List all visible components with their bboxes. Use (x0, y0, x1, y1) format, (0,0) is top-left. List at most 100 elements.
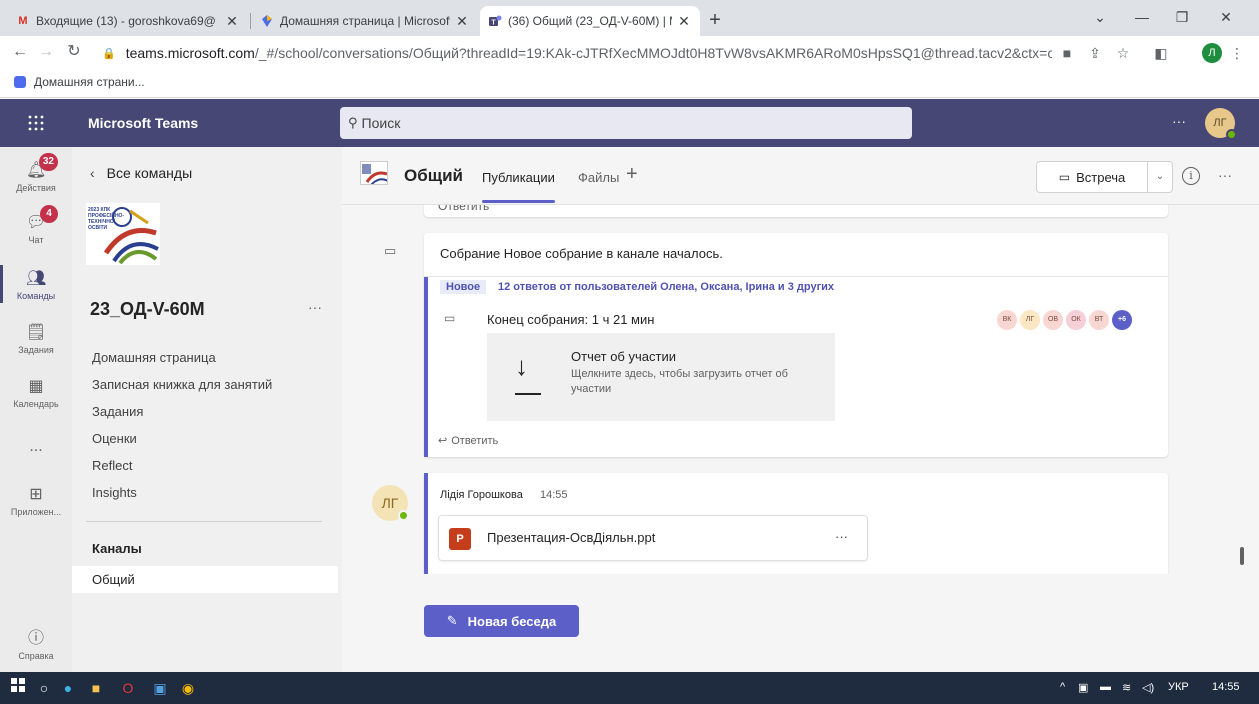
team-link-grades[interactable]: Оценки (92, 430, 272, 457)
search-input[interactable]: ⚲ Поиск (340, 107, 912, 139)
participant-avatar[interactable]: ОВ (1043, 310, 1063, 330)
info-icon[interactable]: i (1182, 167, 1200, 185)
rail-label: Справка (18, 651, 54, 661)
tab-teams-home[interactable]: Домашняя страница | Microsoft ✕ (252, 6, 478, 36)
rail-more[interactable]: ... (0, 437, 72, 457)
rail-teams[interactable]: 👥︎ Команды (0, 265, 72, 303)
report-description: Щелкните здесь, чтобы загрузить отчет об… (571, 368, 788, 395)
address-bar[interactable]: 🔒 teams.microsoft.com/_#/school/conversa… (102, 40, 1052, 66)
tab-teams-general[interactable]: T (36) Общий (23_ОД-V-60М) | Mi ✕ (480, 6, 700, 36)
team-more-icon[interactable]: ··· (308, 299, 322, 315)
close-window-icon[interactable]: ✕ (1206, 0, 1246, 34)
new-conversation-button[interactable]: ✎ Новая беседа (424, 605, 579, 637)
meet-button[interactable]: ▭ Встреча (1036, 161, 1148, 193)
close-icon[interactable]: ✕ (454, 13, 470, 30)
download-icon: ↓ (515, 351, 528, 381)
more-options-icon[interactable]: ··· (1172, 113, 1186, 129)
team-link-insights[interactable]: Insights (92, 484, 272, 511)
reload-icon[interactable]: ↻ (62, 40, 86, 64)
meet-dropdown-chevron-icon[interactable]: ⌄ (1147, 161, 1173, 193)
app-launcher-icon[interactable] (0, 99, 72, 147)
tab-posts[interactable]: Публикации (482, 170, 555, 203)
add-tab-icon[interactable]: + (626, 163, 638, 186)
reply-button[interactable]: ↩ Ответить (438, 434, 498, 447)
wifi-icon[interactable]: ≋ (1122, 681, 1131, 694)
thread-indicator (424, 473, 428, 574)
user-avatar[interactable]: ЛГ (1205, 108, 1237, 140)
participant-avatar[interactable]: ЛГ (1020, 310, 1040, 330)
edge-icon[interactable]: ● (56, 676, 80, 700)
bookmark-item[interactable]: Домашняя страни... (14, 75, 145, 89)
user-initials: ЛГ (1213, 117, 1227, 129)
message-card: Лідія Горошкова 14:55 P Презентация-ОсвД… (424, 473, 1168, 574)
sidepanel-icon[interactable]: ◧ (1150, 42, 1172, 64)
chrome-icon[interactable]: ◉ (176, 676, 200, 700)
back-icon[interactable]: ← (8, 40, 32, 64)
more-options-icon[interactable]: ··· (1218, 167, 1232, 183)
new-tab-button[interactable]: + (702, 8, 728, 34)
assignments-icon: 🗒︎ (26, 324, 47, 341)
network-icon[interactable]: ▣ (1078, 681, 1088, 694)
rail-assignments[interactable]: 🗒︎ Задания (0, 323, 72, 355)
volume-icon[interactable]: ◁) (1142, 681, 1154, 694)
replies-link[interactable]: 12 ответов от пользователей Олена, Оксан… (498, 281, 834, 293)
restore-icon[interactable]: ❐ (1162, 0, 1202, 34)
opera-icon[interactable]: O (116, 676, 140, 700)
teams-home-icon (14, 76, 26, 88)
close-icon[interactable]: ✕ (224, 13, 240, 30)
battery-icon[interactable]: ▬ (1100, 681, 1111, 693)
rail-calendar[interactable]: ▦ Календарь (0, 377, 72, 409)
channel-item-general[interactable]: Общий (72, 566, 338, 593)
language-indicator[interactable]: УКР (1168, 681, 1189, 693)
more-options-icon[interactable]: ··· (835, 529, 848, 544)
participant-avatar[interactable]: ВТ (1089, 310, 1109, 330)
rail-chat[interactable]: 💬︎ 4 Чат (0, 205, 72, 245)
search-icon[interactable]: ○ (32, 676, 56, 700)
attendance-report-download[interactable]: ↓ Отчет об участии Щелкните здесь, чтобы… (487, 333, 835, 421)
tray-chevron-icon[interactable]: ^ (1060, 681, 1065, 693)
more-participants-badge[interactable]: +6 (1112, 310, 1132, 330)
profile-avatar[interactable]: Л (1202, 43, 1222, 63)
participant-avatar[interactable]: ОК (1066, 310, 1086, 330)
reply-button[interactable]: Ответить (438, 205, 489, 213)
message-author[interactable]: Лідія Горошкова (440, 489, 523, 501)
activity-badge: 32 (38, 153, 58, 171)
rail-apps[interactable]: ⊞ Приложен... (0, 485, 72, 517)
teams-group-icon: 👥︎ (26, 270, 47, 287)
url-text: teams.microsoft.com/_#/school/conversati… (125, 45, 1052, 61)
store-icon[interactable]: ▣ (148, 676, 172, 700)
team-link-notebook[interactable]: Записная книжка для занятий (92, 376, 272, 403)
svg-text:T: T (491, 20, 496, 27)
divider (424, 276, 1168, 277)
new-badge: Новое (440, 280, 487, 294)
search-placeholder: Поиск (361, 115, 401, 131)
author-avatar[interactable]: ЛГ (372, 485, 409, 521)
clock[interactable]: 14:55 (1212, 681, 1240, 693)
bookmark-star-icon[interactable]: ☆ (1112, 42, 1134, 64)
rail-help[interactable]: ⓘ Справка (0, 629, 72, 661)
team-link-reflect[interactable]: Reflect (92, 457, 272, 484)
all-teams-link[interactable]: ‹ Все команды (90, 165, 192, 181)
tab-search-icon[interactable]: ⌄ (1080, 0, 1120, 34)
file-explorer-icon[interactable]: ■ (84, 676, 108, 700)
browser-menu-icon[interactable]: ⋮ (1226, 42, 1248, 64)
channels-heading: Каналы (92, 541, 142, 556)
file-attachment[interactable]: P Презентация-ОсвДіяльн.ppt ··· (438, 515, 868, 561)
participant-avatar[interactable]: ВК (997, 310, 1017, 330)
tab-gmail[interactable]: M Входящие (13) - goroshkova69@ ✕ (8, 6, 248, 36)
minimize-icon[interactable]: — (1122, 0, 1162, 34)
forward-icon[interactable]: → (34, 40, 58, 64)
team-link-assignments[interactable]: Задания (92, 403, 272, 430)
share-icon[interactable]: ⇪ (1084, 42, 1106, 64)
meeting-ended-text: Конец собрания: 1 ч 21 мин (487, 312, 655, 327)
rail-activity[interactable]: 🔔︎ 32 Действия (0, 153, 72, 193)
back-label: Все команды (106, 165, 193, 181)
scrollbar[interactable] (1240, 547, 1244, 565)
thread-indicator (424, 277, 428, 457)
close-icon[interactable]: ✕ (676, 13, 692, 30)
participant-list: ВК ЛГ ОВ ОК ВТ +6 (994, 310, 1132, 330)
team-link-home[interactable]: Домашняя страница (92, 349, 272, 376)
camera-icon[interactable]: ■ (1056, 42, 1078, 64)
tab-files[interactable]: Файлы (578, 170, 619, 185)
windows-start-icon[interactable] (6, 676, 30, 700)
